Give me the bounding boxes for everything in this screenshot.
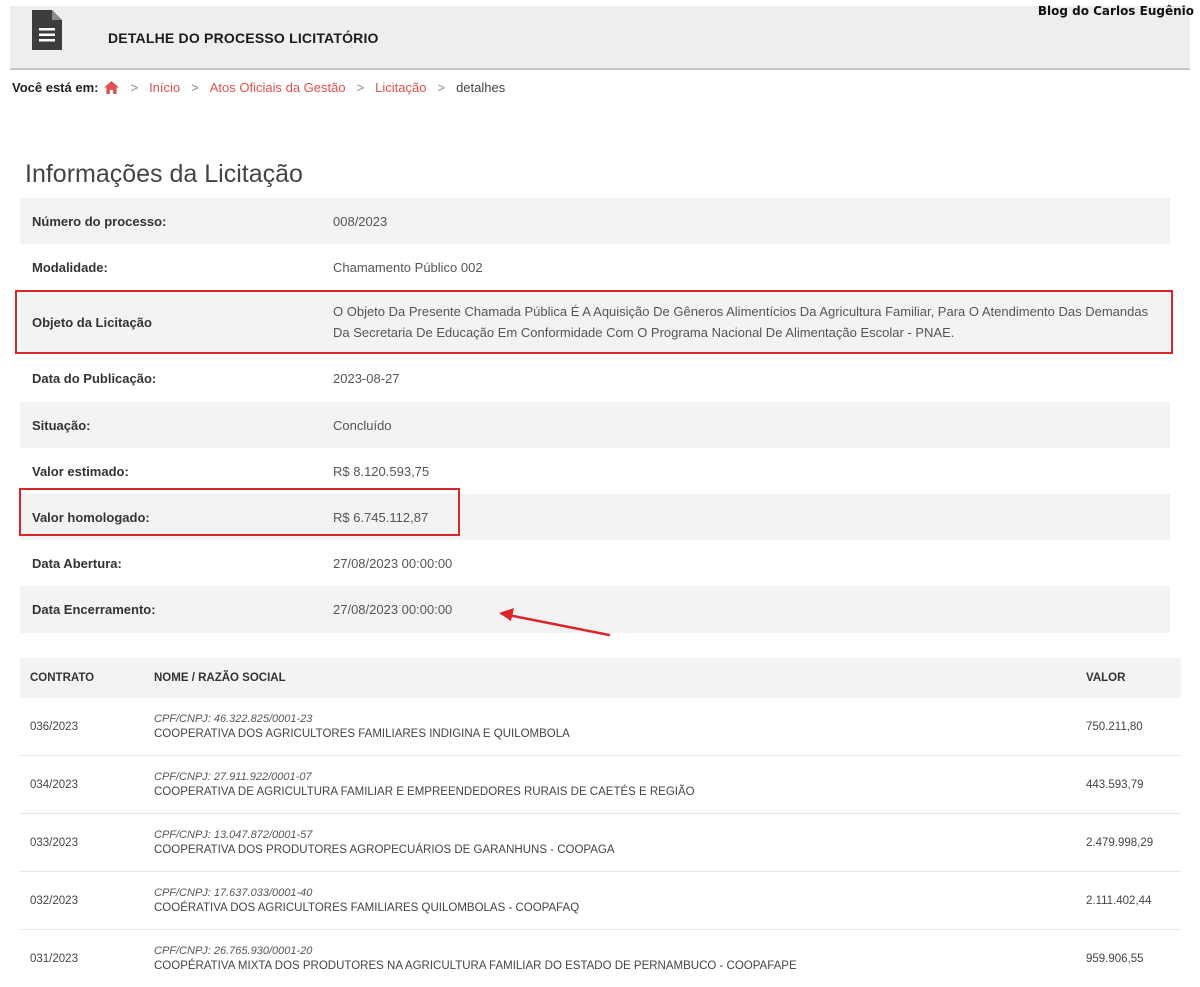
info-row-valor-homologado: Valor homologado: R$ 6.745.112,87	[20, 494, 1170, 540]
info-label: Modalidade:	[32, 259, 108, 275]
info-value: 27/08/2023 00:00:00	[333, 555, 453, 571]
breadcrumb-link-atos-oficiais[interactable]: Atos Oficiais da Gestão	[210, 80, 346, 95]
home-icon[interactable]	[104, 81, 120, 94]
info-value: 27/08/2023 00:00:00	[333, 602, 453, 617]
contract-cnpj: CPF/CNPJ: 46.322.825/0001-23	[154, 713, 313, 725]
table-row: 034/2023 CPF/CNPJ: 27.911.922/0001-07 CO…	[20, 756, 1181, 814]
info-value: 2023-08-27	[333, 370, 400, 386]
info-row-data-abertura: Data Abertura: 27/08/2023 00:00:00	[20, 540, 1170, 586]
contract-value: 2.479.998,29	[1086, 836, 1154, 849]
document-icon	[32, 10, 62, 50]
contract-value: 959.906,55	[1086, 952, 1144, 965]
contract-number: 032/2023	[30, 894, 78, 907]
contract-razao-social: COOÉRATIVA DOS AGRICULTORES FAMILIARES Q…	[154, 902, 580, 914]
breadcrumb-label: Você está em:	[12, 80, 99, 95]
contract-razao-social: COOPERATIVA DOS PRODUTORES AGROPECUÁRIOS…	[154, 844, 615, 856]
breadcrumb-link-inicio[interactable]: Início	[149, 80, 180, 95]
info-row-situacao: Situação: Concluído	[20, 402, 1170, 448]
watermark-text: Blog do Carlos Eugênio	[1037, 4, 1194, 18]
info-value: O Objeto Da Presente Chamada Pública É A…	[333, 304, 1149, 340]
contract-value: 2.111.402,44	[1086, 894, 1152, 907]
info-label: Número do processo:	[32, 213, 167, 229]
info-label: Data do Publicação:	[32, 370, 157, 386]
table-row: 032/2023 CPF/CNPJ: 17.637.033/0001-40 CO…	[20, 872, 1181, 930]
info-row-valor-estimado: Valor estimado: R$ 8.120.593,75	[20, 448, 1170, 494]
contract-number: 033/2023	[30, 836, 78, 849]
contract-party: CPF/CNPJ: 17.637.033/0001-40 COOÉRATIVA …	[154, 887, 1086, 914]
info-row-data-publicacao: Data do Publicação: 2023-08-27	[20, 354, 1170, 402]
contracts-table-header: CONTRATO NOME / RAZÃO SOCIAL VALOR	[20, 658, 1181, 698]
breadcrumb-separator: >	[437, 80, 446, 95]
contract-cnpj: CPF/CNPJ: 27.911.922/0001-07	[154, 771, 312, 783]
info-label: Situação:	[32, 417, 91, 433]
page-header: DETALHE DO PROCESSO LICITATÓRIO	[10, 6, 1190, 70]
contract-cnpj: CPF/CNPJ: 17.637.033/0001-40	[154, 887, 313, 899]
contract-value: 443.593,79	[1086, 778, 1144, 791]
contract-cnpj: CPF/CNPJ: 26.765.930/0001-20	[154, 945, 313, 957]
info-value: 008/2023	[333, 213, 388, 229]
column-header-nome: NOME / RAZÃO SOCIAL	[154, 672, 286, 684]
contract-party: CPF/CNPJ: 26.765.930/0001-20 COOPÉRATIVA…	[154, 945, 1086, 972]
contract-number: 036/2023	[30, 720, 78, 733]
info-value: R$ 8.120.593,75	[333, 463, 430, 479]
info-value: Chamamento Público 002	[333, 259, 483, 275]
table-row: 033/2023 CPF/CNPJ: 13.047.872/0001-57 CO…	[20, 814, 1181, 872]
breadcrumb-separator: >	[356, 80, 365, 95]
info-label: Data Encerramento:	[32, 602, 156, 617]
breadcrumb-separator: >	[130, 80, 139, 95]
contract-party: CPF/CNPJ: 13.047.872/0001-57 COOPERATIVA…	[154, 829, 1086, 856]
info-row-numero-processo: Número do processo: 008/2023	[20, 198, 1170, 244]
info-label: Objeto da Licitação	[32, 314, 152, 330]
contract-razao-social: COOPERATIVA DE AGRICULTURA FAMILIAR E EM…	[154, 786, 695, 798]
red-arrow-icon	[499, 608, 611, 637]
table-row: 036/2023 CPF/CNPJ: 46.322.825/0001-23 CO…	[20, 698, 1181, 756]
contract-number: 031/2023	[30, 952, 78, 965]
contract-razao-social: COOPÉRATIVA MIXTA DOS PRODUTORES NA AGRI…	[154, 960, 797, 972]
licitacao-info-table: Número do processo: 008/2023 Modalidade:…	[20, 198, 1170, 633]
contract-party: CPF/CNPJ: 27.911.922/0001-07 COOPERATIVA…	[154, 771, 1086, 798]
info-label: Valor homologado:	[32, 509, 150, 525]
contract-value: 750.211,80	[1086, 720, 1143, 733]
column-header-valor: VALOR	[1086, 672, 1126, 684]
contract-party: CPF/CNPJ: 46.322.825/0001-23 COOPERATIVA…	[154, 713, 1086, 740]
breadcrumb: Você está em: > Início > Atos Oficiais d…	[12, 80, 505, 95]
info-value: R$ 6.745.112,87	[333, 509, 429, 525]
info-label: Data Abertura:	[32, 555, 122, 571]
contract-number: 034/2023	[30, 778, 78, 791]
contracts-table: CONTRATO NOME / RAZÃO SOCIAL VALOR 036/2…	[20, 658, 1181, 987]
info-label: Valor estimado:	[32, 463, 129, 479]
section-title: Informações da Licitação	[25, 160, 303, 188]
breadcrumb-separator: >	[191, 80, 199, 95]
info-row-modalidade: Modalidade: Chamamento Público 002	[20, 244, 1170, 290]
contract-razao-social: COOPERATIVA DOS AGRICULTORES FAMILIARES …	[154, 728, 570, 740]
breadcrumb-current: detalhes	[456, 80, 506, 95]
page-header-title: DETALHE DO PROCESSO LICITATÓRIO	[108, 30, 379, 46]
info-row-objeto: Objeto da Licitação O Objeto Da Presente…	[20, 290, 1170, 354]
breadcrumb-link-licitacao[interactable]: Licitação	[375, 80, 426, 95]
info-value: Concluído	[333, 417, 392, 433]
column-header-contrato: CONTRATO	[30, 672, 95, 684]
contract-cnpj: CPF/CNPJ: 13.047.872/0001-57	[154, 829, 313, 841]
table-row: 031/2023 CPF/CNPJ: 26.765.930/0001-20 CO…	[20, 930, 1181, 987]
